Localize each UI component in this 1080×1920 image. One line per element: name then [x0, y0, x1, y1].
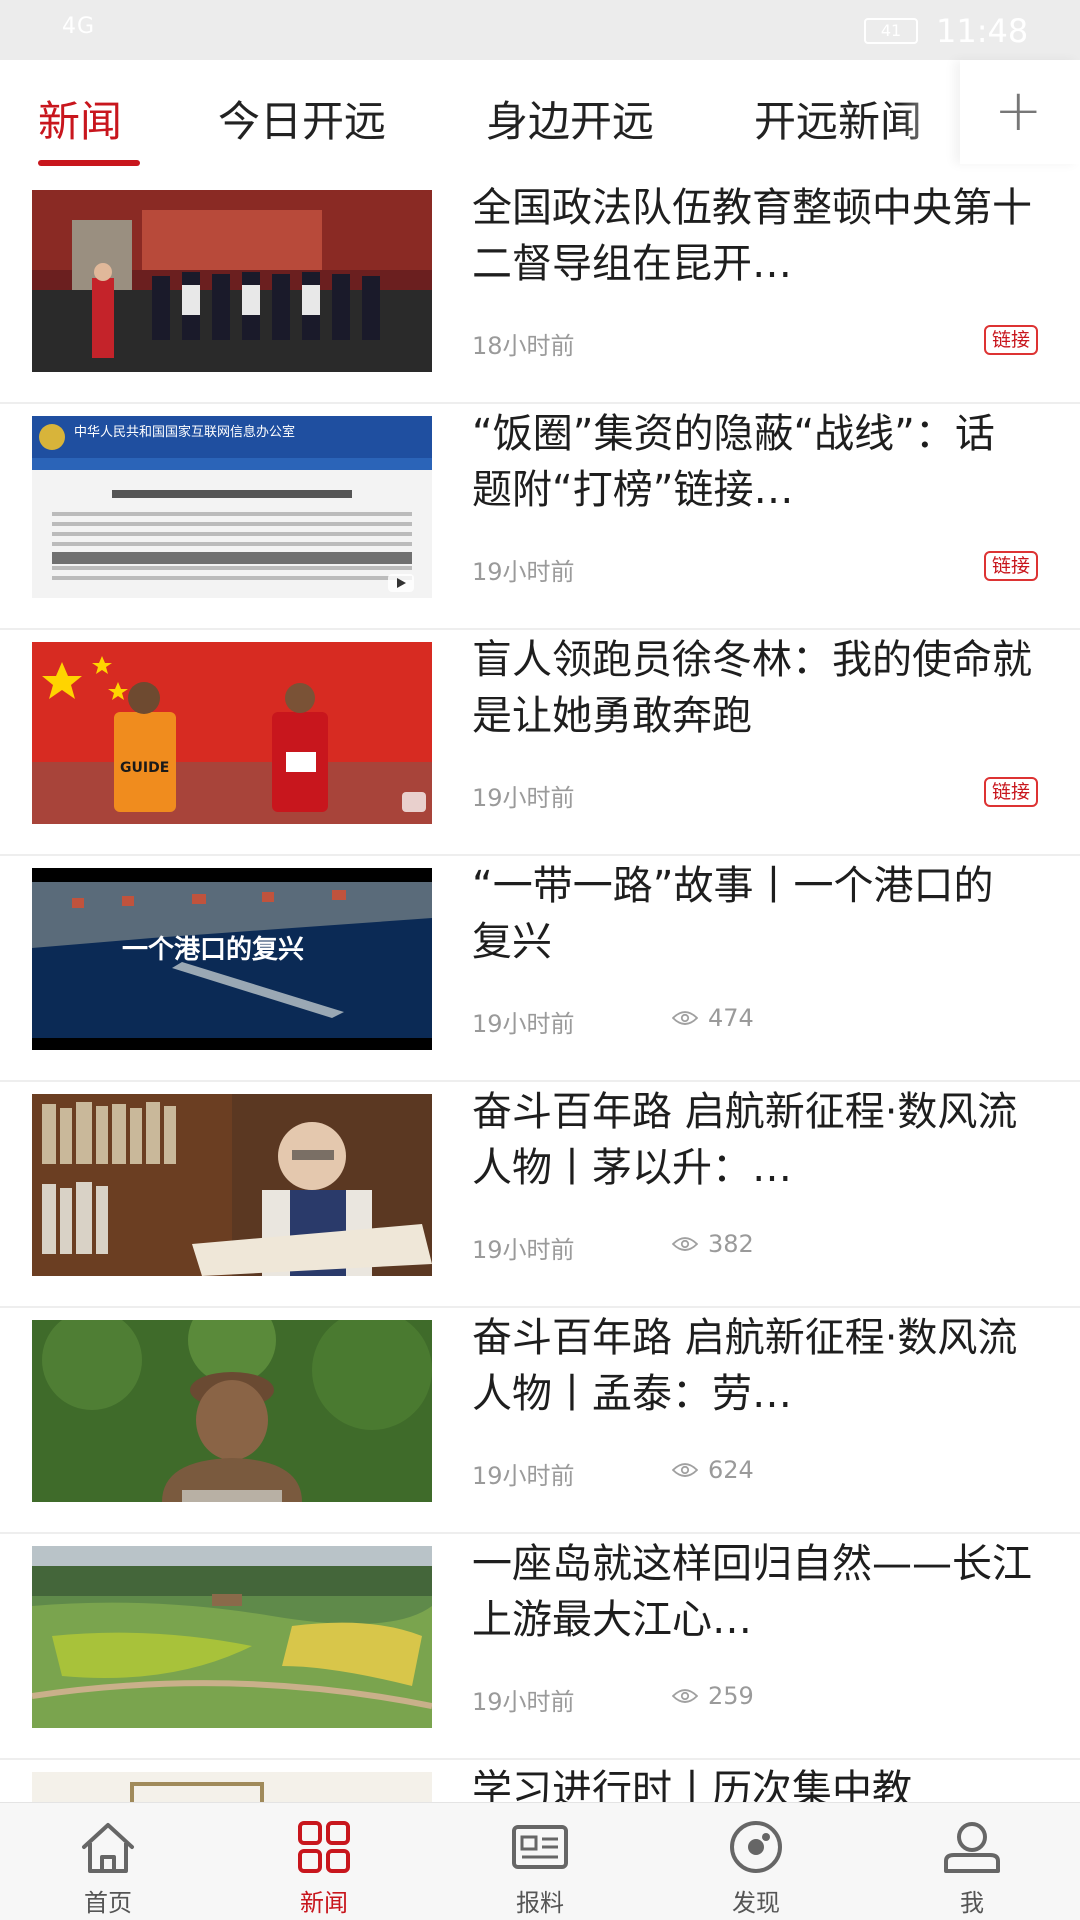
grid-icon: [298, 1821, 350, 1873]
view-count: 382: [672, 1230, 754, 1258]
news-time: 19小时前: [472, 558, 575, 586]
user-icon: [944, 1822, 1000, 1873]
news-item[interactable]: 奋斗百年路 启航新征程·数风流人物丨茅以升：… 19小时前 382: [0, 1082, 1080, 1308]
signal-icon: 4G: [62, 14, 96, 39]
news-item[interactable]: 中华人民共和国国家互联网信息办公室 “饭圈”集资的隐蔽“战线”：话题附“打榜”链…: [0, 404, 1080, 630]
tab-today-kaiyuan[interactable]: 今日开远: [218, 88, 386, 149]
news-time: 19小时前: [472, 1462, 575, 1490]
news-title[interactable]: “饭圈”集资的隐蔽“战线”：话题附“打榜”链接…: [472, 406, 1032, 518]
thumb-caption: 一个港口的复兴: [122, 934, 304, 965]
news-item[interactable]: 一座岛就这样回归自然——长江上游最大江心… 19小时前 259: [0, 1534, 1080, 1760]
eye-icon: [672, 1011, 698, 1025]
news-time: 19小时前: [472, 784, 575, 812]
channel-tab-bar: 新闻 今日开远 身边开远 开远新闻 +: [0, 60, 1080, 178]
status-bar: 4G 41 11:48: [0, 0, 1080, 60]
tab-nearby-kaiyuan[interactable]: 身边开远: [486, 88, 654, 149]
news-time: 19小时前: [472, 1688, 575, 1716]
view-count: 474: [672, 1004, 754, 1032]
plus-icon: +: [994, 76, 1043, 144]
news-thumbnail[interactable]: [32, 1320, 432, 1502]
eye-icon: [672, 1237, 698, 1251]
news-item[interactable]: 学习进行时丨历次集中教: [0, 1760, 1080, 1802]
link-badge: 链接: [984, 325, 1039, 355]
news-thumbnail[interactable]: GUIDE: [32, 642, 432, 824]
news-thumbnail[interactable]: 中华人民共和国国家互联网信息办公室: [32, 416, 432, 598]
tab-fade: [900, 60, 960, 164]
news-card-icon: [512, 1825, 568, 1869]
news-title[interactable]: 学习进行时丨历次集中教: [472, 1762, 1032, 1802]
home-icon: [82, 1823, 134, 1873]
eye-icon: [672, 1689, 698, 1703]
link-badge: 链接: [984, 777, 1039, 807]
news-thumbnail[interactable]: [32, 190, 432, 372]
view-count-value: 259: [708, 1682, 754, 1710]
view-count: 259: [672, 1682, 754, 1710]
nav-discover[interactable]: 发现: [648, 1803, 864, 1920]
news-item[interactable]: 奋斗百年路 启航新征程·数风流人物丨孟泰：劳… 19小时前 624: [0, 1308, 1080, 1534]
eye-icon: [672, 1463, 698, 1477]
link-badge: 链接: [984, 551, 1039, 581]
discover-icon: [730, 1821, 782, 1873]
view-count-value: 474: [708, 1004, 754, 1032]
news-item[interactable]: 一个港口的复兴 “一带一路”故事丨一个港口的复兴 19小时前 474: [0, 856, 1080, 1082]
battery-icon: 41: [864, 18, 918, 44]
view-count-value: 382: [708, 1230, 754, 1258]
nav-me[interactable]: 我: [864, 1803, 1080, 1920]
thumb-site-title: 中华人民共和国国家互联网信息办公室: [74, 424, 295, 440]
news-item[interactable]: 全国政法队伍教育整顿中央第十二督导组在昆开… 18小时前 链接: [0, 178, 1080, 404]
status-time: 11:48: [936, 12, 1029, 50]
news-time: 19小时前: [472, 1236, 575, 1264]
news-title[interactable]: 一座岛就这样回归自然——长江上游最大江心…: [472, 1536, 1032, 1648]
news-feed[interactable]: 全国政法队伍教育整顿中央第十二督导组在昆开… 18小时前 链接 中华人民共和国国…: [0, 178, 1080, 1802]
nav-label: 发现: [732, 1889, 780, 1917]
news-thumbnail[interactable]: 一个港口的复兴: [32, 868, 432, 1050]
news-thumbnail[interactable]: [32, 1546, 432, 1728]
news-thumbnail[interactable]: [32, 1094, 432, 1276]
view-count-value: 624: [708, 1456, 754, 1484]
bottom-navigation: 首页 新闻 报料 发现 我: [0, 1802, 1080, 1920]
news-time: 18小时前: [472, 332, 575, 360]
news-item[interactable]: GUIDE 盲人领跑员徐冬林：我的使命就是让她勇敢奔跑 19小时前 链接: [0, 630, 1080, 856]
tab-kaiyuan-news[interactable]: 开远新闻: [754, 88, 922, 149]
thumb-guide-text: GUIDE: [120, 760, 169, 776]
nav-report[interactable]: 报料: [432, 1803, 648, 1920]
view-count: 624: [672, 1456, 754, 1484]
tab-news[interactable]: 新闻: [38, 88, 122, 149]
news-title[interactable]: 奋斗百年路 启航新征程·数风流人物丨孟泰：劳…: [472, 1310, 1032, 1422]
nav-label: 我: [960, 1889, 984, 1917]
nav-home[interactable]: 首页: [0, 1803, 216, 1920]
nav-news[interactable]: 新闻: [216, 1803, 432, 1920]
nav-label: 新闻: [300, 1889, 348, 1917]
news-title[interactable]: 奋斗百年路 启航新征程·数风流人物丨茅以升：…: [472, 1084, 1032, 1196]
news-time: 19小时前: [472, 1010, 575, 1038]
active-tab-indicator: [38, 160, 140, 166]
nav-label: 首页: [84, 1889, 132, 1917]
add-channel-button[interactable]: +: [960, 60, 1080, 164]
news-title[interactable]: 盲人领跑员徐冬林：我的使命就是让她勇敢奔跑: [472, 632, 1032, 744]
news-title[interactable]: 全国政法队伍教育整顿中央第十二督导组在昆开…: [472, 180, 1032, 292]
news-thumbnail[interactable]: [32, 1772, 432, 1802]
news-title[interactable]: “一带一路”故事丨一个港口的复兴: [472, 858, 1032, 970]
nav-label: 报料: [516, 1889, 564, 1917]
